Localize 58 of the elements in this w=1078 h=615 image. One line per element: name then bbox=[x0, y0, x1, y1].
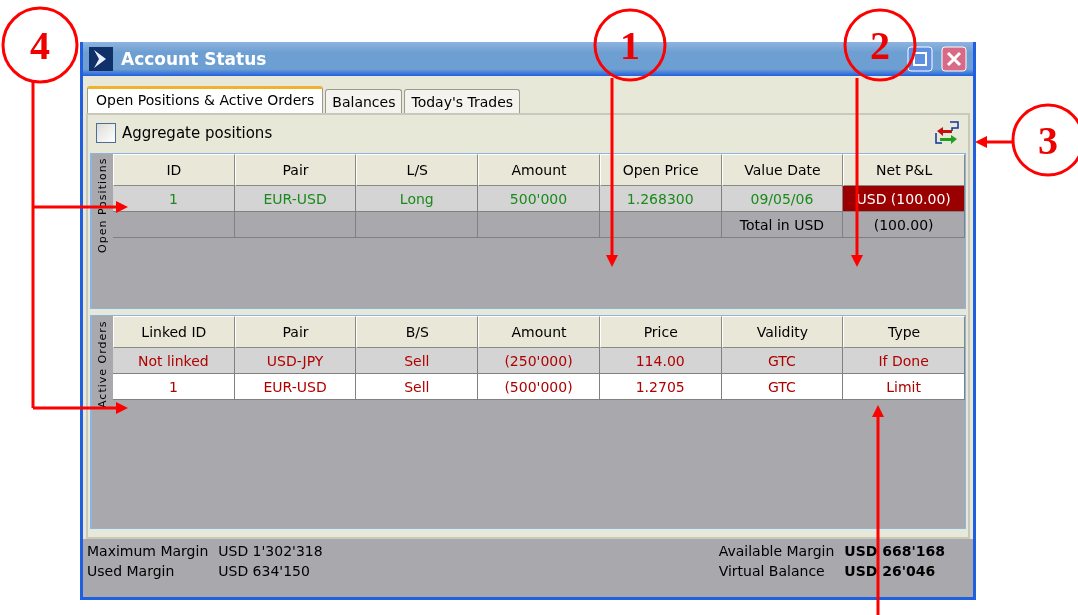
status-label: Used Margin bbox=[87, 563, 176, 579]
table-cell: 1.268300 bbox=[599, 186, 722, 212]
column-header[interactable]: Net P&L bbox=[843, 154, 965, 186]
table-cell: (100.00) bbox=[843, 212, 965, 238]
table-cell[interactable]: USD-JPY bbox=[234, 348, 357, 374]
checkbox-label: Aggregate positions bbox=[122, 124, 274, 142]
column-header[interactable]: Type bbox=[843, 316, 965, 348]
table-cell[interactable]: 114.00 bbox=[599, 348, 722, 374]
column-header[interactable]: ID bbox=[113, 154, 235, 186]
column-header[interactable]: B/S bbox=[356, 316, 479, 348]
table-cell[interactable]: 1 bbox=[113, 374, 235, 400]
table-cell[interactable]: (250'000) bbox=[478, 348, 600, 374]
column-header[interactable]: Price bbox=[599, 316, 722, 348]
total-label: Total in USD bbox=[721, 212, 844, 238]
column-header[interactable]: Linked ID bbox=[113, 316, 235, 348]
table-cell[interactable]: Sell bbox=[356, 374, 479, 400]
column-header[interactable]: Amount bbox=[478, 154, 600, 186]
table-cell: 1 bbox=[113, 186, 235, 212]
table-cell[interactable]: If Done bbox=[843, 348, 965, 374]
table-cell[interactable]: 1.2705 bbox=[599, 374, 722, 400]
table-cell: 500'000 bbox=[478, 186, 600, 212]
table-cell: USD (100.00) bbox=[843, 186, 965, 212]
app-logo-icon bbox=[89, 47, 113, 71]
table-cell: Long bbox=[356, 186, 479, 212]
table-cell[interactable]: Sell bbox=[356, 348, 479, 374]
column-header[interactable]: Amount bbox=[478, 316, 600, 348]
callout-marker: 4 bbox=[1, 6, 79, 84]
table-cell[interactable]: EUR-USD bbox=[234, 374, 357, 400]
status-value: USD 634'150 bbox=[218, 563, 311, 579]
callout-marker: 3 bbox=[1011, 103, 1078, 177]
swap-arrows-icon[interactable] bbox=[934, 121, 960, 145]
close-button[interactable] bbox=[941, 46, 967, 72]
column-header[interactable]: Open Price bbox=[599, 154, 722, 186]
status-value: USD 1'302'318 bbox=[218, 543, 323, 559]
column-header[interactable]: Value Date bbox=[721, 154, 844, 186]
tab[interactable]: Open Positions & Active Orders bbox=[87, 86, 324, 113]
aggregate-checkbox[interactable] bbox=[96, 123, 116, 143]
table-cell[interactable]: (500'000) bbox=[478, 374, 600, 400]
pointer-arrow bbox=[975, 136, 1013, 148]
table-cell: EUR-USD bbox=[234, 186, 357, 212]
table-cell[interactable]: Not linked bbox=[113, 348, 235, 374]
status-label: Virtual Balance bbox=[718, 563, 826, 579]
window-title: Account Status bbox=[121, 49, 268, 69]
maximize-button[interactable] bbox=[907, 46, 933, 72]
status-label: Maximum Margin bbox=[87, 543, 209, 559]
column-header[interactable]: Pair bbox=[234, 316, 357, 348]
column-header[interactable]: Validity bbox=[721, 316, 844, 348]
status-label: Available Margin bbox=[718, 543, 835, 559]
status-value: USD 668'168 bbox=[844, 543, 945, 559]
column-header[interactable]: L/S bbox=[356, 154, 479, 186]
table-cell: 09/05/06 bbox=[721, 186, 844, 212]
table-cell[interactable]: Limit bbox=[843, 374, 965, 400]
tab[interactable]: Today's Trades bbox=[404, 89, 521, 113]
tab[interactable]: Balances bbox=[325, 89, 403, 113]
table-cell[interactable]: GTC bbox=[721, 348, 844, 374]
status-value: USD 26'046 bbox=[844, 563, 937, 579]
column-header[interactable]: Pair bbox=[234, 154, 357, 186]
table-cell[interactable]: GTC bbox=[721, 374, 844, 400]
